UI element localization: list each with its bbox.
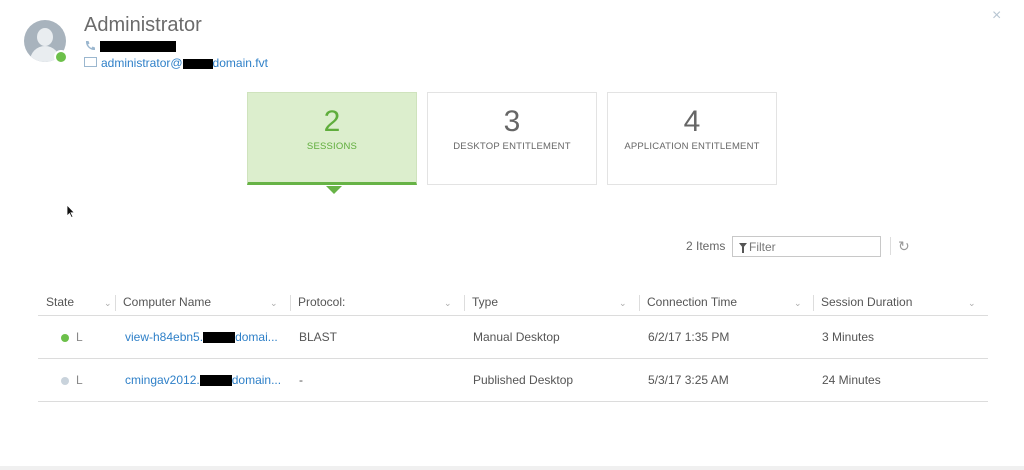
refresh-icon[interactable]: ↻ xyxy=(898,238,910,254)
sessions-card[interactable]: 2 SESSIONS xyxy=(247,92,417,194)
active-card-indicator xyxy=(326,186,342,194)
chevron-down-icon: ⌄ xyxy=(104,298,112,308)
column-header-state[interactable]: State ⌄ xyxy=(46,295,116,313)
summary-cards: 2 SESSIONS 3 DESKTOP ENTITLEMENT 4 APPLI… xyxy=(247,92,779,194)
column-header-protocol[interactable]: Protocol: ⌄ xyxy=(298,295,463,313)
table-row[interactable]: L cmingav2012. domain... - Published Desk… xyxy=(38,359,988,402)
session-duration-cell: 3 Minutes xyxy=(822,330,875,344)
state-cell: L xyxy=(76,373,83,387)
toolbar-divider xyxy=(890,237,891,255)
protocol-cell: - xyxy=(299,373,303,387)
redacted-text xyxy=(182,58,213,69)
table-row[interactable]: L view-h84ebn5. domai... BLAST Manual Des… xyxy=(38,316,988,359)
computer-name-link[interactable]: view-h84ebn5. domai... xyxy=(125,330,278,344)
column-divider xyxy=(813,295,814,311)
column-header-type[interactable]: Type ⌄ xyxy=(472,295,637,313)
chevron-down-icon: ⌄ xyxy=(619,298,627,308)
session-duration-cell: 24 Minutes xyxy=(822,373,881,387)
computer-name-link[interactable]: cmingav2012. domain... xyxy=(125,373,281,387)
table-header: State ⌄ Computer Name ⌄ Protocol: ⌄ Type… xyxy=(38,293,988,316)
column-header-session-duration[interactable]: Session Duration ⌄ xyxy=(821,295,986,313)
sessions-count: 2 xyxy=(323,105,341,138)
user-name: Administrator xyxy=(84,14,202,36)
desktop-entitlement-count: 3 xyxy=(503,105,521,138)
user-header: Administrator administrator@ domain.fvt xyxy=(22,14,422,74)
mail-icon xyxy=(84,57,97,67)
redacted-text xyxy=(199,375,232,387)
sessions-label: SESSIONS xyxy=(306,141,358,152)
status-dot-icon xyxy=(61,334,69,342)
application-entitlement-count: 4 xyxy=(683,105,701,138)
chevron-down-icon: ⌄ xyxy=(270,298,278,308)
mouse-cursor-icon xyxy=(66,204,76,218)
chevron-down-icon: ⌄ xyxy=(968,298,976,308)
status-dot-icon xyxy=(61,377,69,385)
desktop-entitlement-label: DESKTOP ENTITLEMENT xyxy=(453,141,571,152)
footer-divider xyxy=(0,466,1024,470)
close-icon[interactable]: × xyxy=(992,8,1001,24)
chevron-down-icon: ⌄ xyxy=(444,298,452,308)
redacted-text xyxy=(203,332,236,344)
column-divider xyxy=(115,295,116,311)
sessions-table: State ⌄ Computer Name ⌄ Protocol: ⌄ Type… xyxy=(38,293,988,402)
application-entitlement-label: APPLICATION ENTITLEMENT xyxy=(624,141,760,152)
items-count: 2 Items xyxy=(686,239,726,253)
filter-icon xyxy=(739,243,747,253)
type-cell: Published Desktop xyxy=(473,373,574,387)
phone-icon xyxy=(85,41,95,51)
type-cell: Manual Desktop xyxy=(473,330,560,344)
application-entitlement-card[interactable]: 4 APPLICATION ENTITLEMENT xyxy=(607,92,777,185)
desktop-entitlement-card[interactable]: 3 DESKTOP ENTITLEMENT xyxy=(427,92,597,185)
filter-field[interactable] xyxy=(732,236,881,257)
state-cell: L xyxy=(76,330,83,344)
column-divider xyxy=(639,295,640,311)
grid-toolbar: 2 Items ↻ xyxy=(686,236,916,258)
column-divider xyxy=(464,295,465,311)
filter-input[interactable] xyxy=(749,239,875,254)
presence-status-icon xyxy=(54,50,68,64)
redacted-phone xyxy=(100,41,176,52)
chevron-down-icon: ⌄ xyxy=(794,298,802,308)
email-link[interactable]: administrator@ domain.fvt xyxy=(84,56,268,70)
connection-time-cell: 5/3/17 3:25 AM xyxy=(648,373,729,387)
column-header-computer-name[interactable]: Computer Name ⌄ xyxy=(123,295,283,313)
column-header-connection-time[interactable]: Connection Time ⌄ xyxy=(647,295,812,313)
connection-time-cell: 6/2/17 1:35 PM xyxy=(648,330,730,344)
column-divider xyxy=(290,295,291,311)
protocol-cell: BLAST xyxy=(299,330,338,344)
